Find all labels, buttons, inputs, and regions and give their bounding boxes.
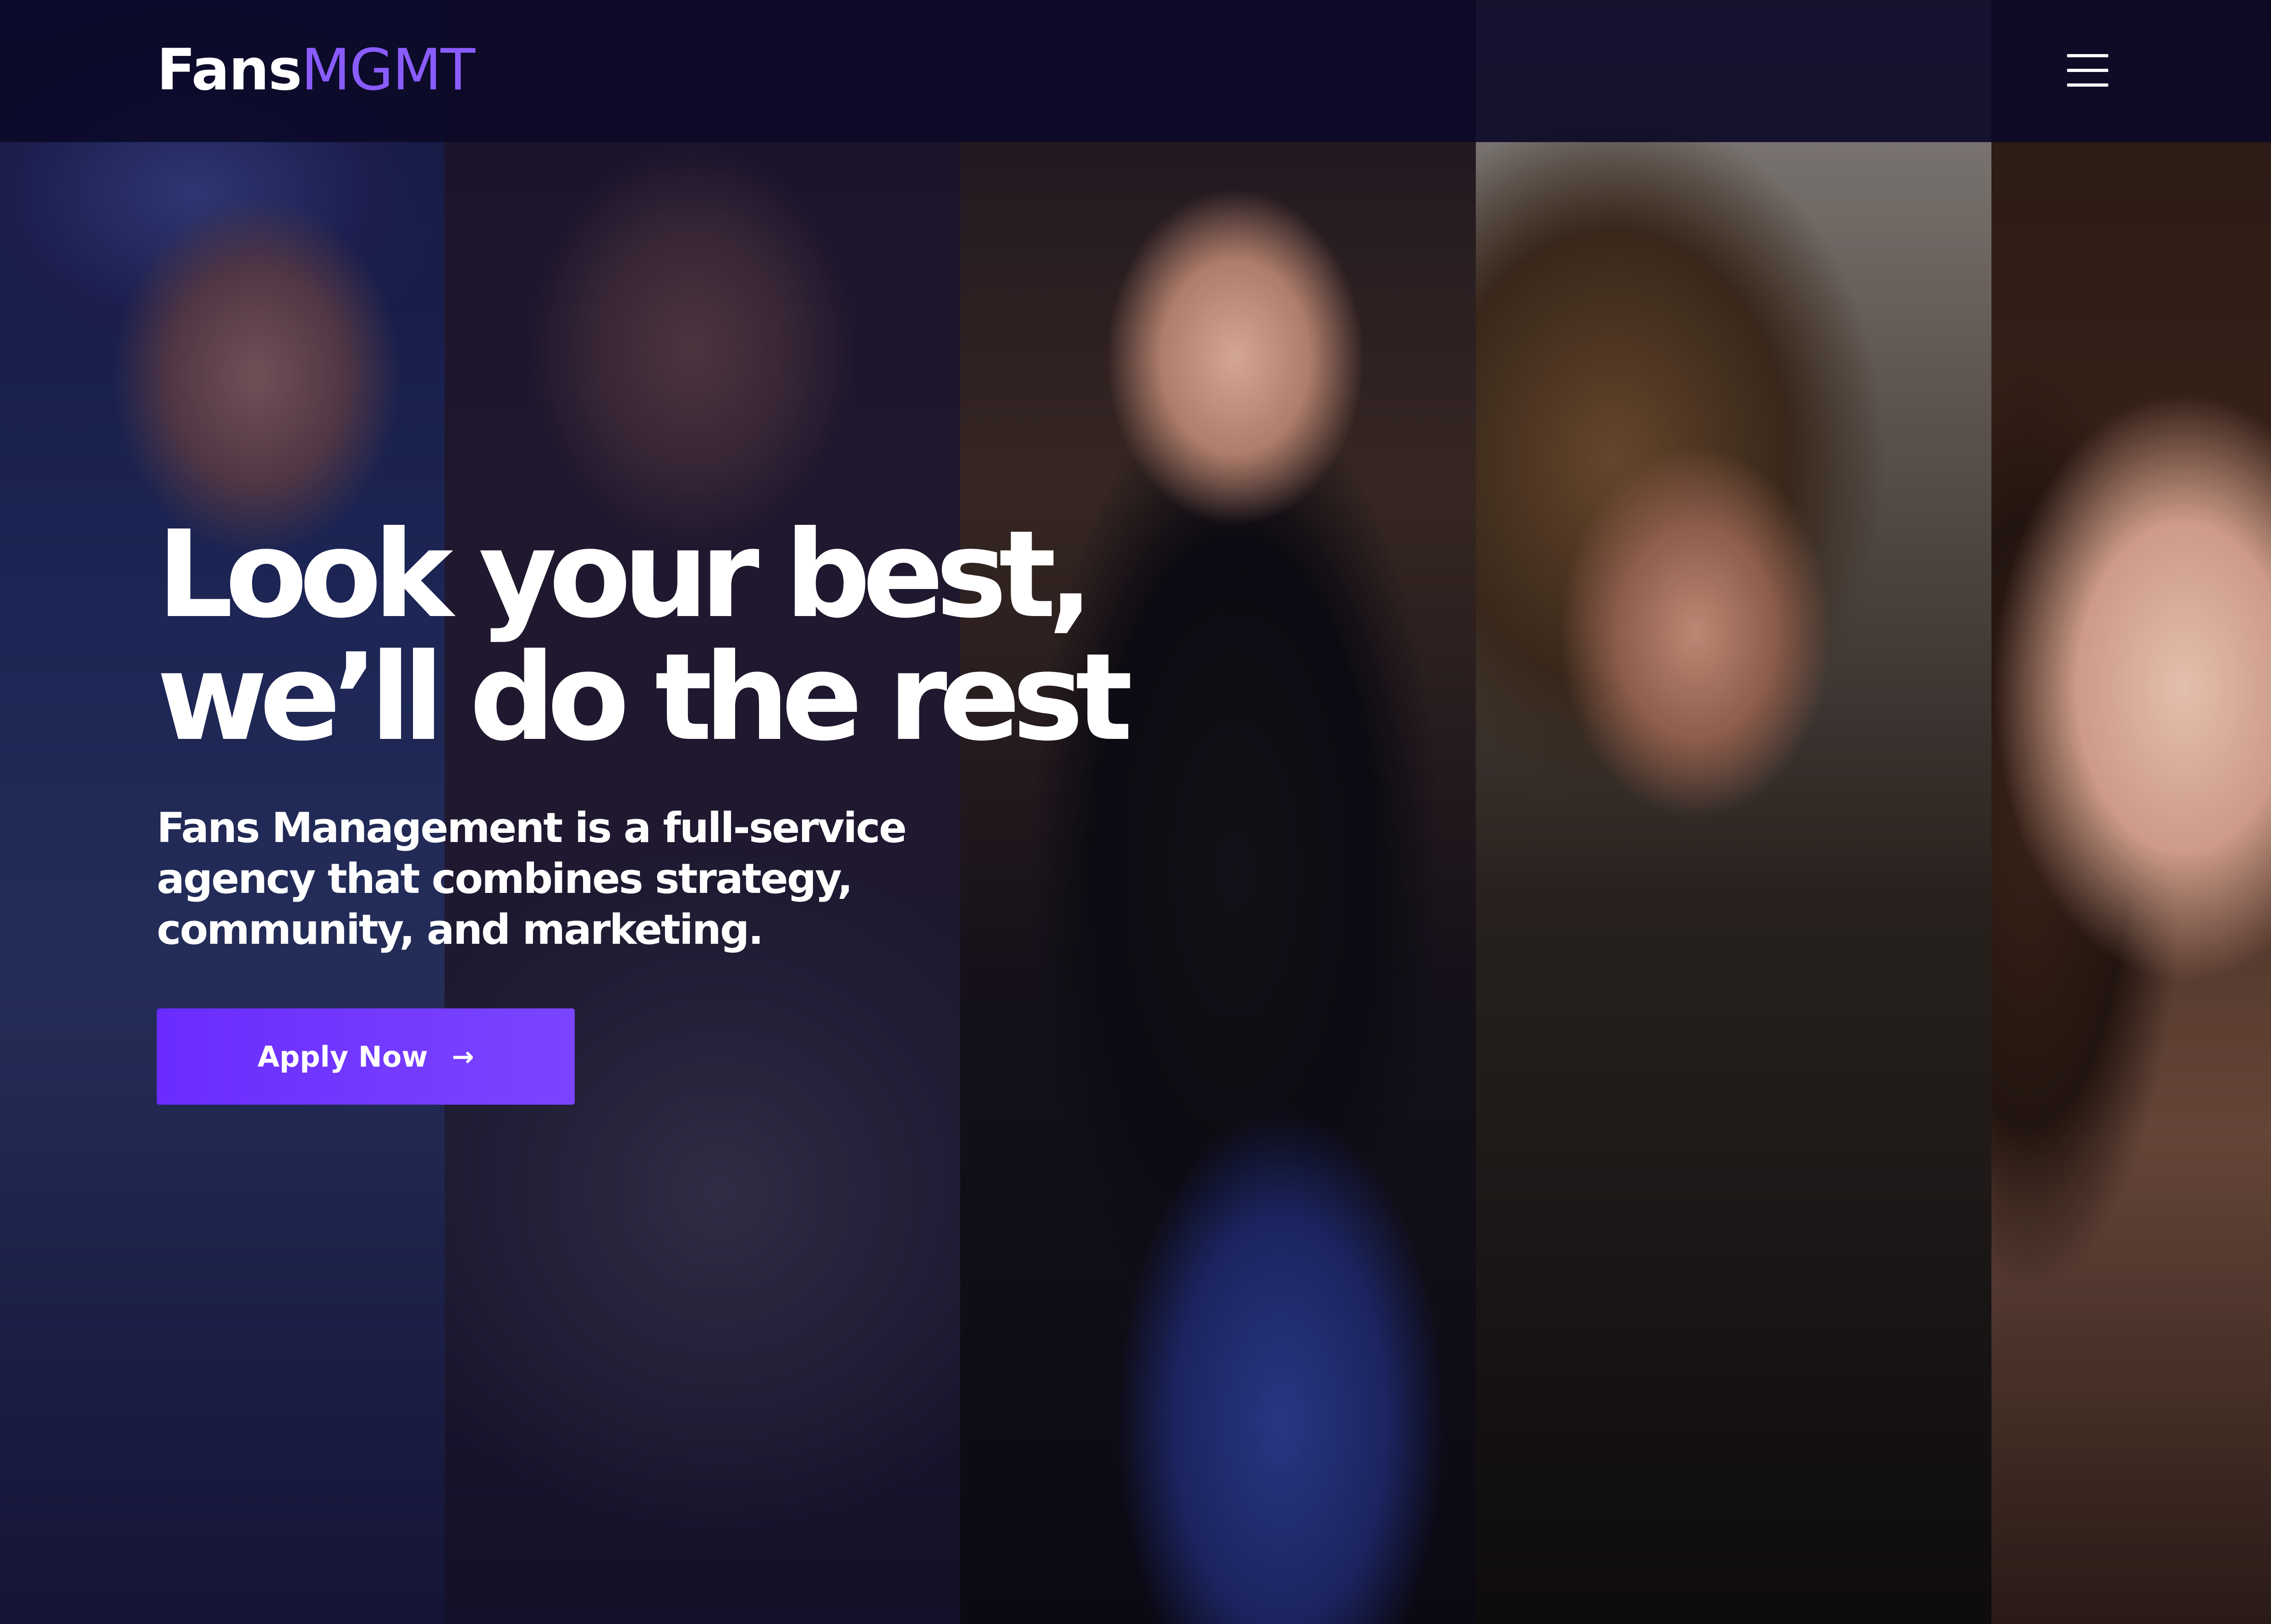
menu-bar — [2067, 54, 2108, 57]
apply-now-button[interactable]: Apply Now → — [157, 1008, 575, 1105]
hero-title: Look your best, we’ll do the rest — [157, 513, 1257, 759]
menu-bar — [2067, 69, 2108, 72]
hero-title-line-2: we’ll do the rest — [157, 628, 1133, 767]
portrait-photo-5 — [1991, 0, 2271, 1624]
site-logo[interactable]: FansMGMT — [157, 36, 475, 105]
arrow-right-icon: → — [451, 1041, 474, 1072]
site-header: FansMGMT — [0, 0, 2271, 142]
logo-text-mgmt: MGMT — [301, 37, 475, 103]
hero-subtitle: Fans Management is a full-service agency… — [157, 804, 907, 954]
logo-text-fans: Fans — [157, 37, 302, 103]
photo-overlay — [1991, 0, 2271, 1624]
hamburger-menu-icon[interactable] — [2062, 50, 2108, 92]
photo-overlay — [1476, 0, 1991, 1624]
apply-now-label: Apply Now — [257, 1040, 428, 1073]
hero-title-line-1: Look your best, — [157, 505, 1094, 644]
landing-page: FansMGMT Look your best, we’ll do the re… — [0, 0, 2271, 1624]
hero-section: Look your best, we’ll do the rest Fans M… — [157, 513, 1257, 1105]
menu-bar — [2067, 83, 2108, 87]
portrait-photo-4 — [1476, 0, 1991, 1624]
